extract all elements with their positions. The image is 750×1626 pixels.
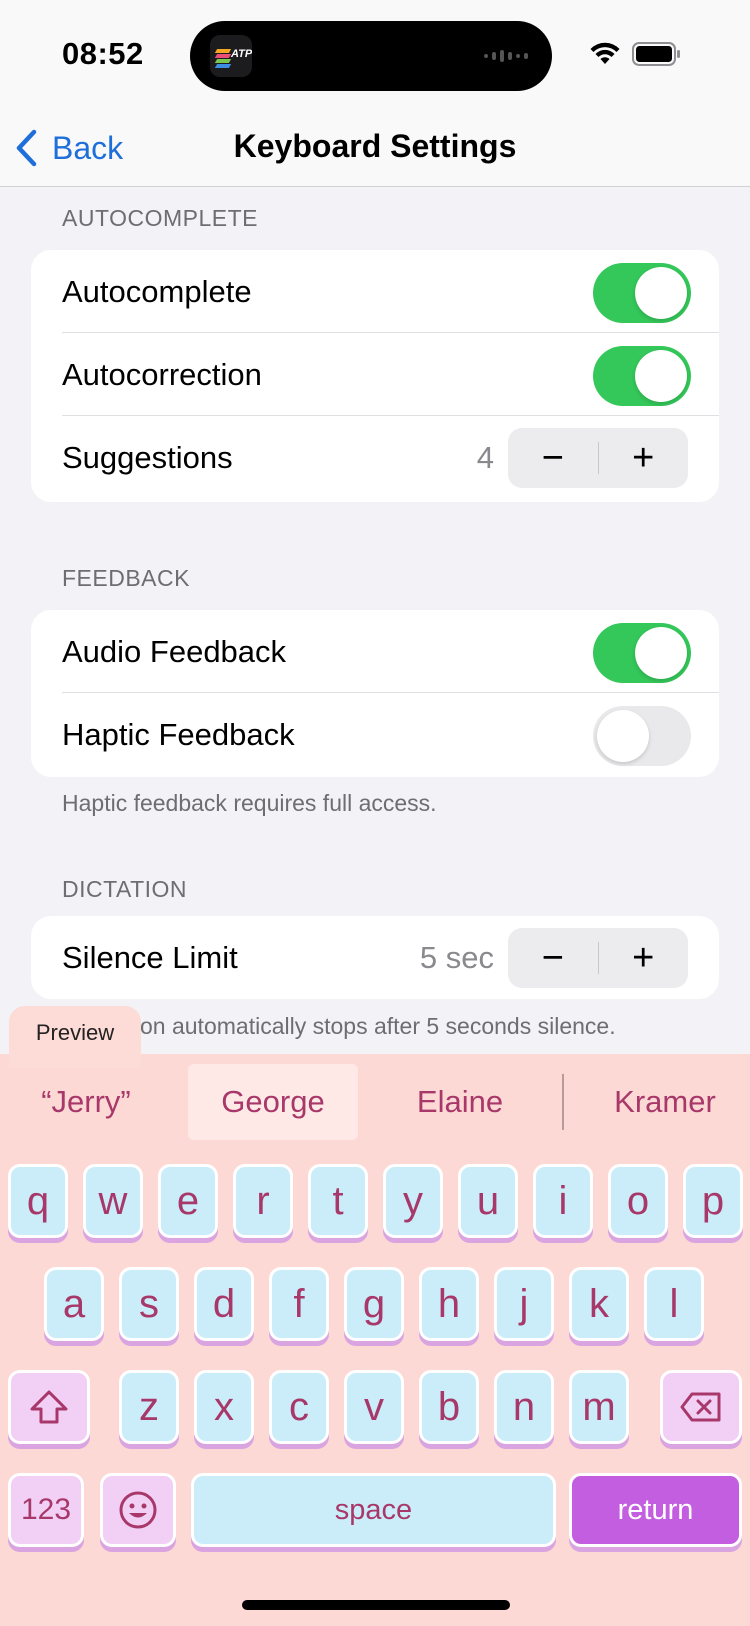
audio-feedback-label: Audio Feedback	[62, 634, 287, 669]
suggestions-row: Suggestions 4 − +	[31, 416, 719, 499]
key-s[interactable]: s	[119, 1267, 179, 1341]
decrement-button[interactable]: −	[508, 428, 598, 488]
silence-limit-label: Silence Limit	[62, 940, 238, 975]
key-y[interactable]: y	[383, 1164, 443, 1238]
toggle-knob	[635, 627, 687, 679]
toggle-knob	[597, 710, 649, 762]
key-h[interactable]: h	[419, 1267, 479, 1341]
suggestion-divider	[562, 1074, 564, 1130]
dynamic-island: ATP	[190, 21, 552, 91]
status-time: 08:52	[62, 36, 144, 71]
autocomplete-group: Autocomplete Autocorrection Suggestions …	[31, 250, 719, 502]
key-d[interactable]: d	[194, 1267, 254, 1341]
haptic-feedback-label: Haptic Feedback	[62, 717, 295, 752]
preview-tab[interactable]: Preview	[9, 1006, 141, 1068]
silence-limit-value: 5 sec	[419, 940, 494, 975]
navigation-bar: Back Keyboard Settings	[0, 110, 750, 187]
silence-limit-stepper: − +	[508, 928, 688, 988]
decrement-button[interactable]: −	[508, 928, 598, 988]
autocorrection-toggle[interactable]	[593, 346, 691, 406]
key-r[interactable]: r	[233, 1164, 293, 1238]
autocomplete-toggle[interactable]	[593, 263, 691, 323]
status-bar: 08:52 ATP	[0, 0, 750, 110]
haptic-feedback-toggle[interactable]	[593, 706, 691, 766]
autocorrection-row: Autocorrection	[31, 333, 719, 416]
dictation-footer: on automatically stops after 5 seconds s…	[140, 1013, 616, 1039]
key-o[interactable]: o	[608, 1164, 668, 1238]
key-a[interactable]: a	[44, 1267, 104, 1341]
increment-button[interactable]: +	[599, 928, 689, 988]
key-u[interactable]: u	[458, 1164, 518, 1238]
emoji-smile-icon	[119, 1491, 157, 1529]
island-app-label: ATP	[231, 48, 252, 60]
suggestion-item[interactable]: Kramer	[590, 1064, 740, 1140]
shift-arrow-icon	[30, 1390, 68, 1424]
key-l[interactable]: l	[644, 1267, 704, 1341]
key-v[interactable]: v	[344, 1370, 404, 1444]
home-indicator	[242, 1600, 510, 1610]
audio-wave-icon	[484, 50, 528, 62]
delete-key[interactable]	[660, 1370, 742, 1444]
island-app-icon: ATP	[210, 35, 252, 77]
suggestion-item[interactable]: “Jerry”	[20, 1064, 152, 1140]
return-key[interactable]: return	[569, 1473, 742, 1547]
audio-feedback-row: Audio Feedback	[31, 610, 719, 693]
key-q[interactable]: q	[8, 1164, 68, 1238]
key-b[interactable]: b	[419, 1370, 479, 1444]
suggestion-item-active[interactable]: George	[188, 1064, 358, 1140]
key-z[interactable]: z	[119, 1370, 179, 1444]
silence-limit-row: Silence Limit 5 sec − +	[31, 916, 719, 999]
key-k[interactable]: k	[569, 1267, 629, 1341]
feedback-group: Audio Feedback Haptic Feedback	[31, 610, 719, 777]
plus-icon: +	[632, 436, 655, 479]
suggestion-item[interactable]: Elaine	[378, 1064, 542, 1140]
key-n[interactable]: n	[494, 1370, 554, 1444]
shift-key[interactable]	[8, 1370, 90, 1444]
increment-button[interactable]: +	[599, 428, 689, 488]
minus-icon: −	[541, 436, 564, 479]
key-g[interactable]: g	[344, 1267, 404, 1341]
key-j[interactable]: j	[494, 1267, 554, 1341]
dictation-group: Silence Limit 5 sec − +	[31, 916, 719, 999]
section-header-feedback: FEEDBACK	[62, 565, 190, 591]
key-e[interactable]: e	[158, 1164, 218, 1238]
minus-icon: −	[541, 936, 564, 979]
suggestions-label: Suggestions	[62, 440, 233, 475]
section-header-dictation: DICTATION	[62, 876, 188, 902]
key-c[interactable]: c	[269, 1370, 329, 1444]
battery-icon	[632, 42, 680, 66]
key-p[interactable]: p	[683, 1164, 743, 1238]
plus-icon: +	[632, 936, 655, 979]
custom-keyboard: “Jerry” George Elaine Kramer q w e r t y…	[0, 1054, 750, 1626]
feedback-footer: Haptic feedback requires full access.	[62, 790, 437, 816]
key-x[interactable]: x	[194, 1370, 254, 1444]
autocomplete-row: Autocomplete	[31, 250, 719, 333]
toggle-knob	[635, 267, 687, 319]
toggle-knob	[635, 350, 687, 402]
key-i[interactable]: i	[533, 1164, 593, 1238]
autocorrection-label: Autocorrection	[62, 357, 262, 392]
key-f[interactable]: f	[269, 1267, 329, 1341]
autocomplete-label: Autocomplete	[62, 274, 252, 309]
suggestions-value: 4	[476, 440, 494, 475]
emoji-key[interactable]	[100, 1473, 176, 1547]
key-w[interactable]: w	[83, 1164, 143, 1238]
section-header-autocomplete: AUTOCOMPLETE	[62, 205, 258, 231]
page-title: Keyboard Settings	[233, 128, 517, 164]
suggestions-stepper: − +	[508, 428, 688, 488]
audio-feedback-toggle[interactable]	[593, 623, 691, 683]
space-key[interactable]: space	[191, 1473, 556, 1547]
key-t[interactable]: t	[308, 1164, 368, 1238]
delete-backspace-icon	[680, 1392, 721, 1422]
numbers-key[interactable]: 123	[8, 1473, 84, 1547]
wifi-icon	[590, 42, 620, 64]
key-m[interactable]: m	[569, 1370, 629, 1444]
haptic-feedback-row: Haptic Feedback	[31, 693, 719, 776]
